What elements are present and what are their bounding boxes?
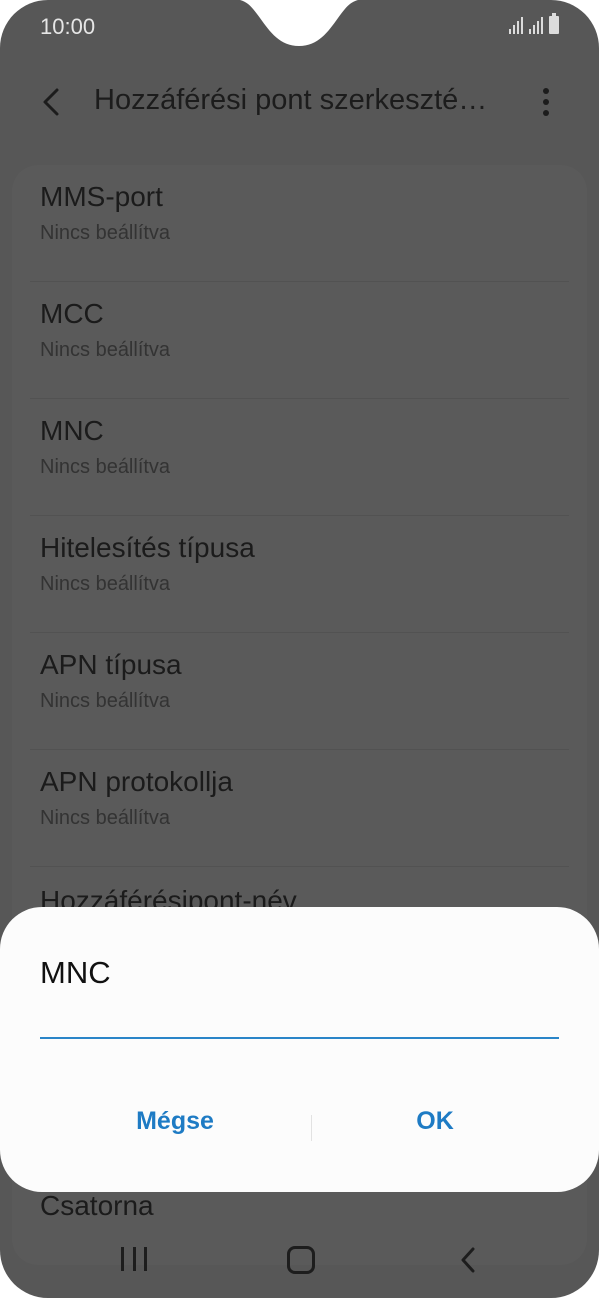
battery-icon [549, 13, 559, 34]
list-item-mnc[interactable]: MNC Nincs beállítva [12, 399, 587, 516]
chevron-left-icon[interactable] [38, 84, 68, 120]
status-icons [509, 13, 559, 34]
page-title: Hozzáférési pont szerkeszté… [94, 84, 488, 116]
mnc-dialog: MNC Mégse OK [0, 907, 599, 1192]
app-bar: Hozzáférési pont szerkeszté… [0, 70, 599, 134]
dialog-title: MNC [40, 955, 111, 990]
camera-notch [239, 0, 359, 46]
status-time: 10:00 [40, 14, 96, 39]
list-item-label: MNC [40, 415, 104, 446]
cancel-button[interactable]: Mégse [40, 1107, 310, 1136]
list-item-label: MCC [40, 298, 104, 329]
list-item-channel[interactable]: Csatorna [40, 1190, 154, 1222]
list-item-label: MMS-port [40, 181, 163, 212]
list-item-label: APN típusa [40, 649, 182, 680]
signal-icon [509, 16, 523, 34]
back-icon[interactable] [456, 1245, 480, 1275]
list-item-value: Nincs beállítva [40, 222, 171, 244]
home-icon[interactable] [287, 1246, 315, 1274]
list-item-value: Nincs beállítva [40, 690, 171, 712]
ok-button[interactable]: OK [300, 1107, 570, 1136]
list-item-value: Nincs beállítva [40, 573, 171, 595]
list-item-auth-type[interactable]: Hitelesítés típusa Nincs beállítva [12, 516, 587, 633]
mnc-input[interactable] [40, 1007, 559, 1039]
list-item-label: APN protokollja [40, 766, 233, 797]
signal-icon [529, 16, 543, 34]
list-item-value: Nincs beállítva [40, 807, 171, 829]
divider [30, 866, 569, 867]
list-item-mcc[interactable]: MCC Nincs beállítva [12, 282, 587, 399]
list-item-apn-type[interactable]: APN típusa Nincs beállítva [12, 633, 587, 750]
more-vertical-icon[interactable] [532, 86, 560, 118]
list-item-mms-port[interactable]: MMS-port Nincs beállítva [12, 165, 587, 282]
list-item-apn-protocol[interactable]: APN protokollja Nincs beállítva [12, 750, 587, 867]
list-item-value: Nincs beállítva [40, 339, 171, 361]
list-item-label: Hitelesítés típusa [40, 532, 255, 563]
recents-icon[interactable] [121, 1247, 147, 1271]
list-item-value: Nincs beállítva [40, 456, 171, 478]
phone-screen: 10:00 Hozzáférési pont szerkeszté… MMS-p… [0, 0, 599, 1298]
